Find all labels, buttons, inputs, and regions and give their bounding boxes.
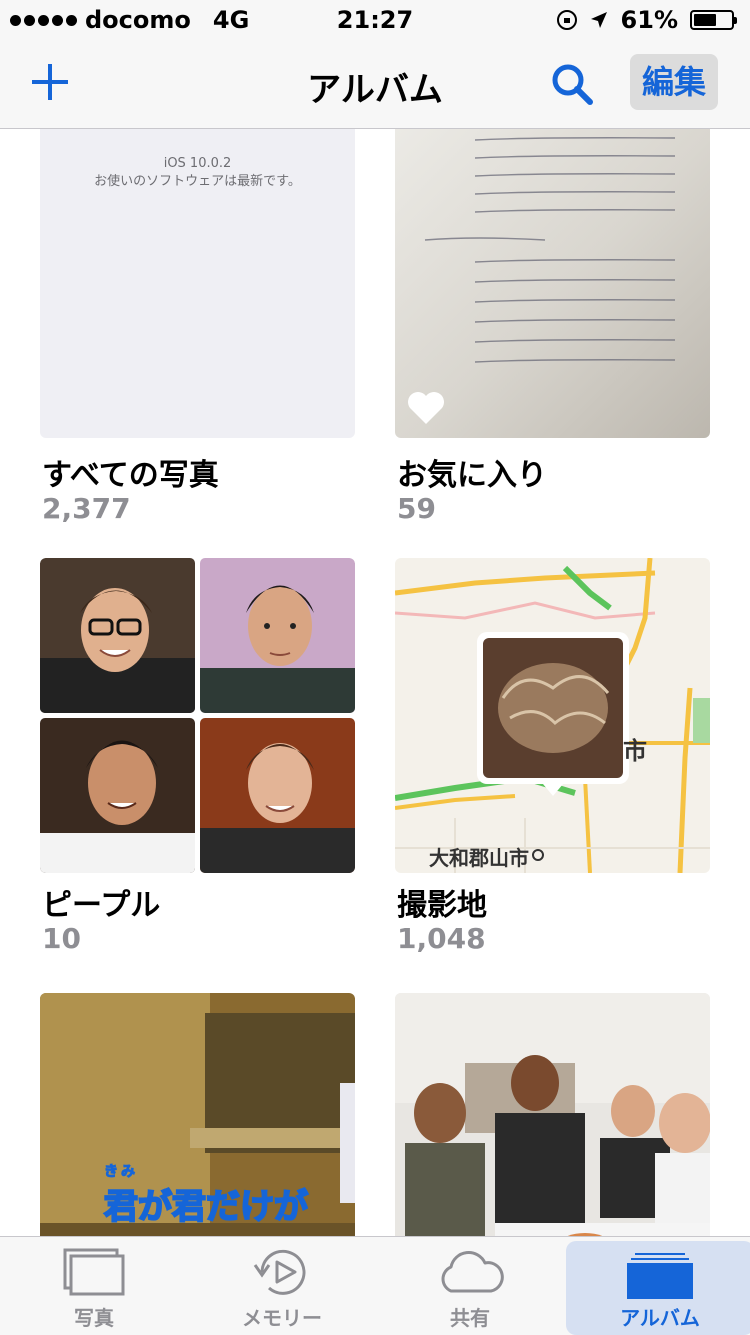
album-title: ピープル: [42, 888, 161, 923]
album-all-photos[interactable]: iOS 10.0.2 お使いのソフトウェアは最新です。 すべての写真 2,377: [40, 129, 355, 525]
albums-icon: [627, 1253, 693, 1299]
battery-percent: 61%: [620, 6, 678, 34]
status-right: 61%: [556, 6, 737, 34]
tab-shared[interactable]: 共有: [376, 1237, 564, 1335]
album-title: すべての写真: [42, 458, 219, 493]
edit-button[interactable]: 編集: [630, 54, 718, 110]
map-label-city: 大和郡山市: [429, 846, 529, 870]
album-places[interactable]: 市 大和郡山市 撮影地 1,048: [395, 558, 710, 955]
album-title: お気に入り: [397, 458, 547, 493]
location-arrow-icon: [590, 12, 607, 28]
tab-label: 写真: [74, 1306, 114, 1330]
tab-memories[interactable]: メモリー: [188, 1237, 376, 1335]
album-thumbnail: 市 大和郡山市: [395, 558, 710, 873]
album-thumbnail: [395, 129, 710, 438]
album-grid: iOS 10.0.2 お使いのソフトウェアは最新です。 すべての写真 2,377: [0, 129, 750, 1236]
thumbnail-text-line2: お使いのソフトウェアは最新です。: [94, 174, 301, 189]
album-thumbnail: [40, 558, 355, 873]
thumbnail-text-line1: iOS 10.0.2: [163, 156, 232, 171]
album-thumbnail: iOS 10.0.2 お使いのソフトウェアは最新です。: [40, 129, 355, 438]
group-photo-image: [395, 993, 710, 1236]
heart-icon: [408, 392, 444, 424]
battery-icon: [690, 10, 737, 30]
album-thumbnail: [395, 993, 710, 1236]
album-favorites[interactable]: お気に入り 59: [395, 129, 710, 525]
caption-text: 君が君だけが: [103, 1186, 309, 1228]
tab-bar: 写真 メモリー 共有 アルバム: [0, 1236, 750, 1335]
status-bar: docomo 4G 21:27 61%: [0, 0, 750, 40]
cloud-icon: [441, 1251, 504, 1293]
map-label-partial: 市: [623, 737, 647, 765]
tab-label: アルバム: [620, 1306, 700, 1330]
thumbnail-screenshot: iOS 10.0.2 お使いのソフトウェアは最新です。: [40, 155, 355, 191]
album-count: 59: [397, 492, 436, 525]
tab-label: 共有: [450, 1306, 490, 1330]
search-button[interactable]: [550, 62, 594, 106]
album-thumbnail: きみ 君が君だけが: [40, 993, 355, 1236]
album-people[interactable]: ピープル 10: [40, 558, 355, 955]
caption-ruby: きみ: [104, 1164, 138, 1181]
album-count: 2,377: [42, 492, 131, 525]
rotation-lock-icon: [556, 10, 577, 30]
tab-photos[interactable]: 写真: [0, 1237, 188, 1335]
map-image: [395, 558, 710, 873]
album-item[interactable]: きみ 君が君だけが: [40, 993, 355, 1236]
album-count: 1,048: [397, 922, 486, 955]
photos-icon: [63, 1248, 125, 1296]
navigation-bar: アルバム 編集: [0, 40, 750, 129]
memories-icon: [253, 1249, 306, 1295]
search-icon: [552, 64, 593, 105]
tab-label: メモリー: [242, 1306, 322, 1330]
people-faces-grid: [40, 558, 355, 873]
album-count: 10: [42, 922, 81, 955]
album-item[interactable]: [395, 993, 710, 1236]
tab-albums[interactable]: アルバム: [566, 1241, 750, 1335]
album-title: 撮影地: [397, 888, 487, 923]
